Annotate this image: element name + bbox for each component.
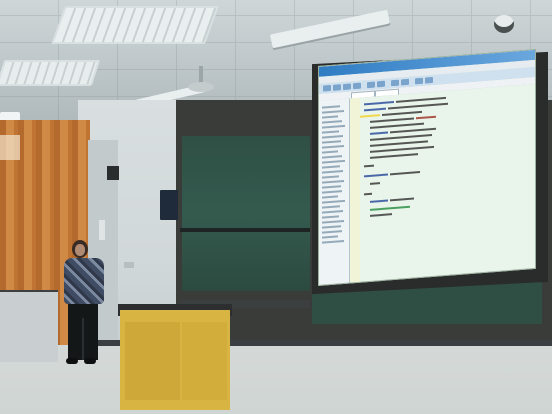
code-line [364, 164, 374, 168]
wall-speaker [107, 166, 119, 180]
toolbar-icon [367, 81, 375, 89]
toolbar-icon [353, 82, 361, 90]
toolbar-icon [391, 79, 399, 87]
code-line [364, 173, 388, 178]
toolbar-icon [343, 83, 351, 91]
podium [120, 310, 230, 410]
code-line [370, 153, 418, 159]
security-camera [494, 15, 514, 33]
highlight-marker [360, 114, 380, 118]
toolbar-icon [415, 77, 423, 85]
toolbar-icon [425, 76, 433, 84]
wall-speaker [160, 190, 178, 220]
code-line [382, 110, 422, 116]
editor-gutter [350, 97, 360, 283]
code-line [370, 213, 392, 217]
classroom-photo [0, 0, 552, 414]
code-line [370, 145, 434, 153]
toolbar-icon [333, 84, 341, 91]
code-line [416, 115, 436, 120]
code-line [390, 197, 414, 202]
toolbar-icon [323, 84, 331, 92]
presenter-face [75, 244, 85, 256]
code-line [390, 127, 436, 134]
wall-outlet [124, 262, 134, 268]
window-light [0, 135, 20, 160]
presenter-torso [64, 258, 104, 304]
code-line [370, 131, 388, 135]
ceiling-light-fixture [0, 60, 101, 86]
presenter-shoe [66, 358, 78, 364]
wall-switch [99, 220, 105, 240]
code-line [370, 205, 410, 211]
projected-code-editor [350, 83, 535, 283]
ceiling-light-fixture [51, 6, 219, 44]
presenter-leg-gap [82, 318, 84, 360]
podium-panel [182, 322, 227, 400]
code-line [370, 199, 388, 203]
podium-panel [125, 322, 180, 400]
code-line [396, 96, 446, 103]
ceiling-fan [188, 82, 214, 92]
code-line [364, 107, 386, 112]
code-line [364, 101, 394, 106]
code-line [370, 122, 424, 129]
chalkboard [182, 136, 310, 291]
code-line [370, 182, 380, 185]
projection-screen [318, 48, 536, 286]
code-line [390, 170, 420, 176]
side-desk [0, 292, 58, 362]
presenter-shoe [84, 358, 96, 364]
code-line [388, 102, 448, 110]
code-line [364, 192, 372, 196]
code-line [370, 117, 414, 123]
projected-project-tree [319, 98, 350, 285]
toolbar-icon [377, 80, 385, 88]
toolbar-icon [401, 78, 409, 86]
code-line [370, 140, 428, 147]
chalkboard-rail [180, 228, 310, 232]
